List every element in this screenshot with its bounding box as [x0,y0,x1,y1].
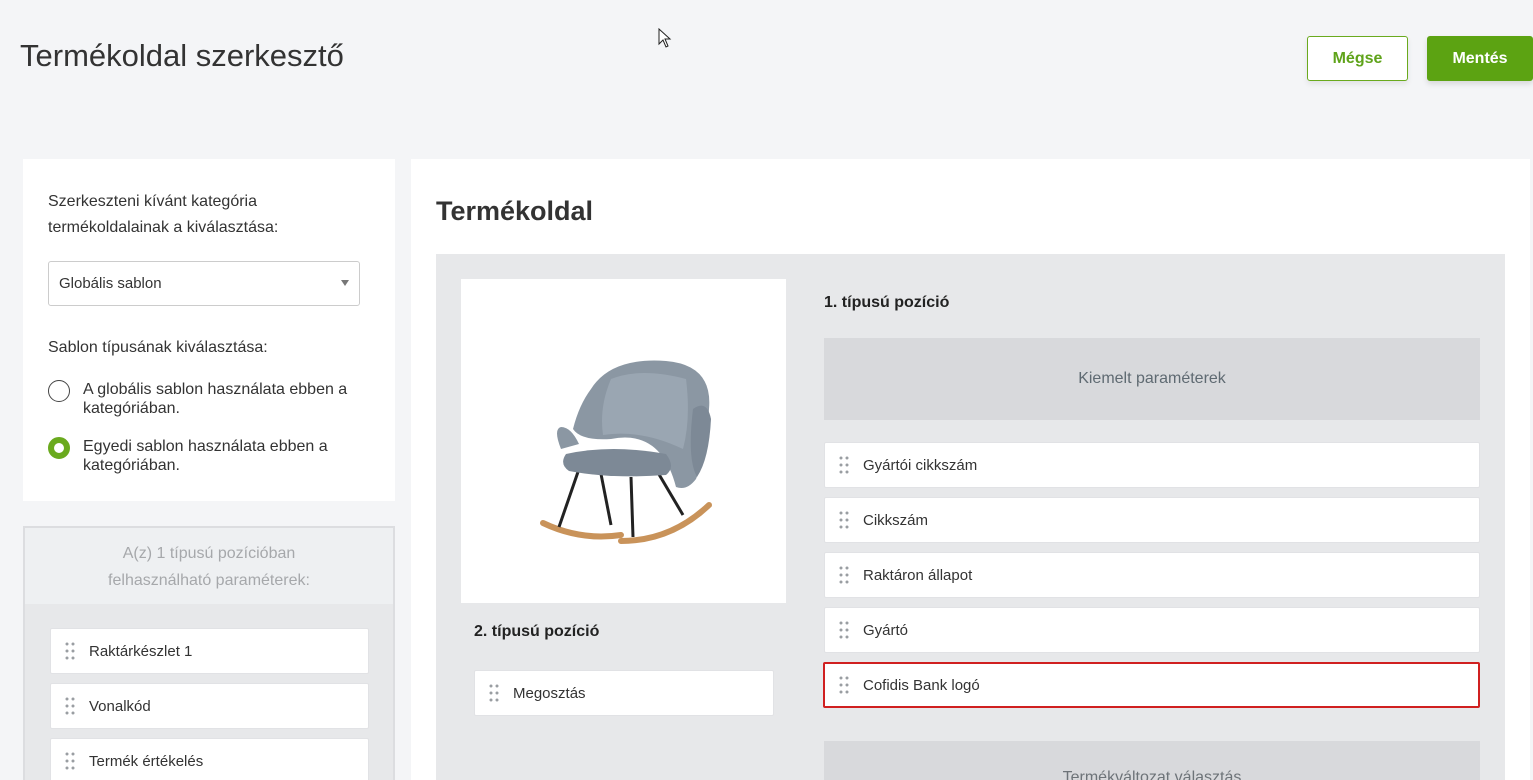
product-page-title: Termékoldal [436,196,594,226]
position2-item-label: Megosztás [513,684,586,702]
drag-handle-icon[interactable] [51,752,89,770]
drag-handle-icon[interactable] [475,684,513,702]
drag-handle-icon[interactable] [825,676,863,694]
available-params-heading-text: A(z) 1 típusú pozícióban felhasználható … [108,545,310,589]
category-settings-card: Szerkeszteni kívánt kategória termékolda… [23,159,395,501]
variant-selection-label: Termékváltozat választás [1062,769,1242,780]
position1-item-label: Gyártó [863,621,909,639]
param-item-label: Vonalkód [89,697,151,715]
param-item-label: Termék értékelés [89,752,204,770]
drag-handle-icon[interactable] [51,697,89,715]
radio-label: Egyedi sablon használata ebben a kategór… [83,438,328,474]
position1-item[interactable]: Cikkszám [824,497,1480,543]
drag-handle-icon[interactable] [51,642,89,660]
radio-label: A globális sablon használata ebben a kat… [83,381,348,417]
product-image [461,279,786,603]
position1-item-label: Cikkszám [863,511,929,529]
rocking-chair-image [540,360,712,544]
category-select-label: Szerkeszteni kívánt kategória termékolda… [48,193,279,236]
param-item[interactable]: Raktárkészlet 1 [50,628,369,674]
radio-global-template[interactable]: A globális sablon használata ebben a kat… [48,380,368,418]
position1-item-label: Gyártói cikkszám [863,456,978,474]
position1-item[interactable]: Gyártói cikkszám [824,442,1480,488]
highlighted-params-label: Kiemelt paraméterek [1078,370,1226,387]
param-item[interactable]: Termék értékelés [50,738,369,780]
position2-item[interactable]: Megosztás [474,670,774,716]
radio-custom-template[interactable]: Egyedi sablon használata ebben a kategór… [48,437,368,475]
category-select[interactable]: Globális sablon [48,261,360,306]
product-page-layout: 2. típusú pozíció Megosztás 1. típusú po… [436,254,1505,780]
position1-item-label: Cofidis Bank logó [863,676,980,694]
save-button[interactable]: Mentés [1427,36,1533,81]
radio-unchecked-icon[interactable] [48,380,70,402]
position1-item-highlighted[interactable]: Cofidis Bank logó [823,662,1480,708]
variant-selection-dropzone[interactable]: Termékváltozat választás [824,741,1480,780]
radio-checked-icon[interactable] [48,437,70,459]
template-type-label: Sablon típusának kiválasztása: [48,339,268,356]
param-item-label: Raktárkészlet 1 [89,642,193,660]
drag-handle-icon[interactable] [825,511,863,529]
category-select-value: Globális sablon [59,275,162,292]
caret-down-icon [341,280,349,286]
param-item[interactable]: Vonalkód [50,683,369,729]
drag-handle-icon[interactable] [825,566,863,584]
available-params-panel: A(z) 1 típusú pozícióban felhasználható … [23,526,395,780]
product-page-card: Termékoldal 2. típusú pozíció Megosztás … [411,159,1530,780]
highlighted-params-dropzone[interactable]: Kiemelt paraméterek [824,338,1480,420]
position2-label: 2. típusú pozíció [474,623,600,640]
position1-item[interactable]: Raktáron állapot [824,552,1480,598]
page-title: Termékoldal szerkesztő [20,38,344,73]
position1-label: 1. típusú pozíció [824,294,950,311]
drag-handle-icon[interactable] [825,456,863,474]
position1-item-label: Raktáron állapot [863,566,973,584]
drag-handle-icon[interactable] [825,621,863,639]
cancel-button[interactable]: Mégse [1307,36,1408,81]
mouse-cursor-icon [658,28,672,48]
available-params-heading: A(z) 1 típusú pozícióban felhasználható … [25,528,393,604]
position1-item[interactable]: Gyártó [824,607,1480,653]
